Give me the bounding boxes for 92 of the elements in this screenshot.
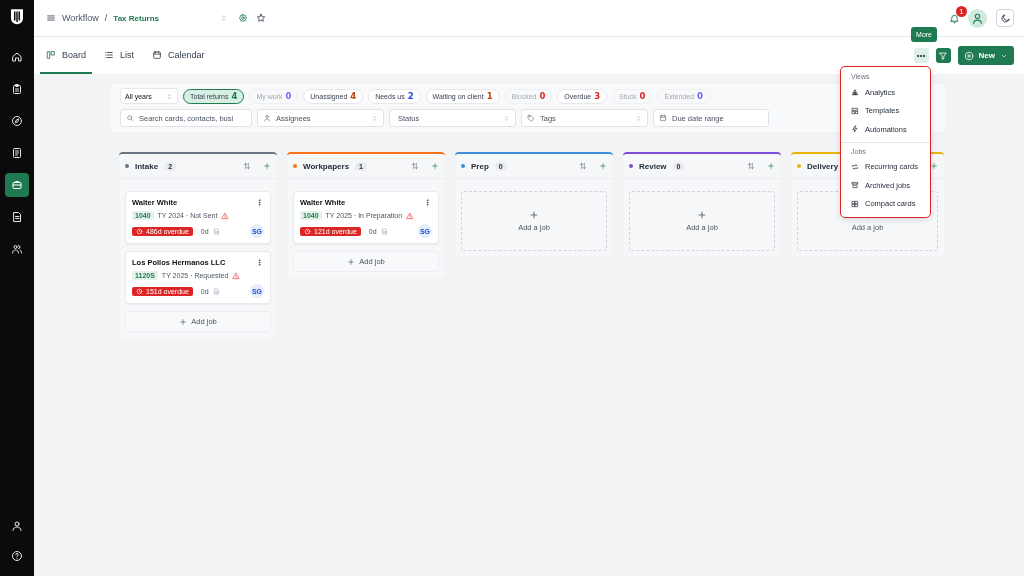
plus-icon xyxy=(179,317,188,326)
column-title: Intake xyxy=(135,161,159,171)
favorite-button[interactable] xyxy=(256,13,266,23)
plus-icon xyxy=(529,210,539,220)
plus-icon xyxy=(431,162,439,170)
theme-button[interactable] xyxy=(996,9,1014,27)
card-menu-button[interactable] xyxy=(255,258,264,267)
kebab-icon xyxy=(423,198,432,207)
plus-icon xyxy=(697,210,707,220)
bell-icon xyxy=(949,12,960,24)
chevron-updown-icon xyxy=(635,114,642,122)
sort-icon xyxy=(579,162,587,170)
column-title: Workpapers xyxy=(303,161,350,171)
clock-icon xyxy=(136,287,143,295)
clipboard-icon xyxy=(11,83,23,95)
sort-button[interactable] xyxy=(243,162,251,170)
calendar-icon xyxy=(659,114,667,122)
notification-badge: 1 xyxy=(956,5,967,17)
settings-button[interactable] xyxy=(238,13,248,23)
document-icon xyxy=(212,287,220,295)
sort-button[interactable] xyxy=(747,162,755,170)
plus-icon xyxy=(599,162,607,170)
moon-icon xyxy=(999,12,1011,24)
filter-button[interactable] xyxy=(935,48,951,63)
logo-icon[interactable] xyxy=(8,7,26,25)
file-icon xyxy=(11,211,23,223)
plus-icon xyxy=(930,162,938,170)
list-icon xyxy=(104,49,115,60)
plus-icon xyxy=(263,162,271,170)
clock-icon xyxy=(136,227,143,235)
sort-icon xyxy=(747,162,755,170)
template-icon xyxy=(851,106,859,115)
hamburger-icon xyxy=(46,13,56,23)
warning-icon xyxy=(232,271,241,280)
sort-icon xyxy=(243,162,251,170)
new-button[interactable]: New xyxy=(957,46,1014,65)
card-menu-button[interactable] xyxy=(255,198,264,207)
view-tab[interactable]: Board xyxy=(40,37,93,74)
document-icon xyxy=(11,147,23,159)
grid-icon xyxy=(851,199,859,208)
breadcrumb-current: Tax Returns xyxy=(113,13,159,23)
notifications-button[interactable] xyxy=(949,12,960,24)
view-tab[interactable]: List xyxy=(98,37,141,74)
column-title: Prep xyxy=(471,161,489,171)
sort-button[interactable] xyxy=(579,162,587,170)
tag-icon xyxy=(527,114,535,122)
plus-icon xyxy=(347,257,356,266)
board-icon xyxy=(46,49,56,60)
filter-icon xyxy=(938,50,949,61)
more-button[interactable] xyxy=(913,48,929,63)
help-icon xyxy=(11,550,23,562)
profile-button[interactable] xyxy=(968,8,987,28)
column-title: Delivery xyxy=(807,161,839,171)
breadcrumb-link[interactable]: Workflow xyxy=(62,13,99,23)
plus-circle-icon xyxy=(963,50,974,61)
document-icon xyxy=(212,227,220,235)
compass-icon xyxy=(11,115,23,127)
home-icon xyxy=(11,51,23,63)
warning-icon xyxy=(221,211,230,220)
search-icon xyxy=(126,114,134,122)
user-icon xyxy=(11,520,23,532)
briefcase-icon xyxy=(11,179,23,191)
document-icon xyxy=(380,227,388,235)
calendar-icon xyxy=(152,49,163,60)
add-button[interactable] xyxy=(930,162,938,170)
settings-icon xyxy=(238,13,248,23)
people-icon xyxy=(11,243,23,255)
warning-icon xyxy=(406,211,415,220)
column-title: Review xyxy=(639,161,667,171)
sort-button[interactable] xyxy=(411,162,419,170)
lightning-icon xyxy=(851,125,859,134)
repeat-icon xyxy=(851,162,859,171)
user-icon xyxy=(971,11,984,25)
sort-icon xyxy=(411,162,419,170)
archive-icon xyxy=(851,181,859,190)
chevron-updown-icon xyxy=(503,114,510,122)
chevron-updown-icon xyxy=(220,14,228,22)
plus-icon xyxy=(767,162,775,170)
kebab-icon xyxy=(255,198,264,207)
view-tab[interactable]: Calendar xyxy=(146,37,211,74)
kebab-icon xyxy=(255,258,264,267)
chevron-updown-icon xyxy=(371,114,378,122)
menu-icon[interactable] xyxy=(46,13,56,23)
person-icon xyxy=(263,114,271,122)
chevron-updown-icon xyxy=(166,92,173,100)
breadcrumb-separator: / xyxy=(104,13,108,23)
clock-icon xyxy=(304,227,311,235)
chart-icon xyxy=(851,88,859,97)
sidebar-item[interactable] xyxy=(5,173,29,197)
card-menu-button[interactable] xyxy=(423,198,432,207)
star-icon xyxy=(256,13,266,23)
switch-button[interactable] xyxy=(220,14,228,22)
